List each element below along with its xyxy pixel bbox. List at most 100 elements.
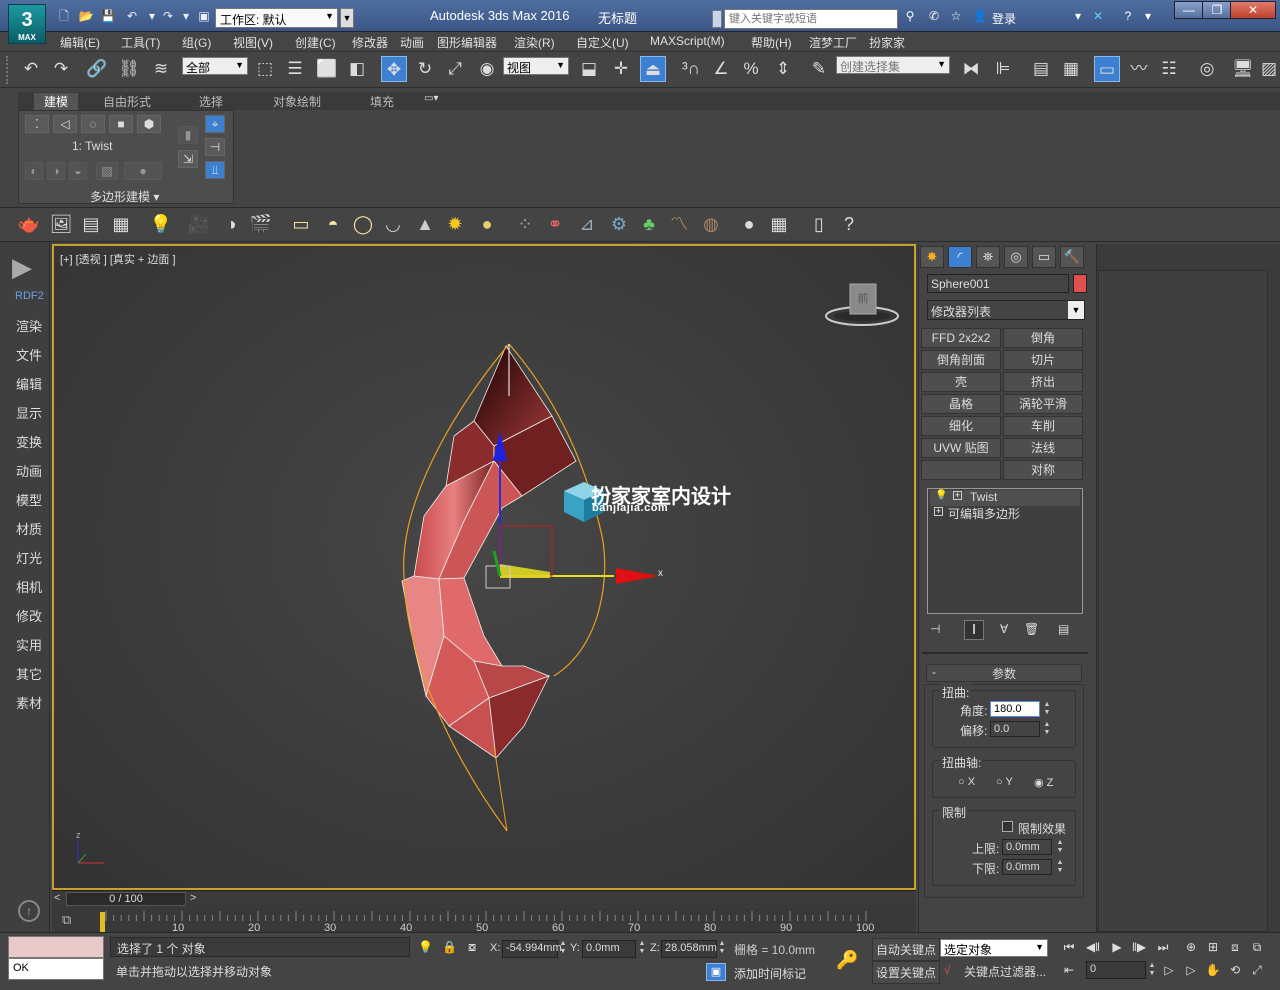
compass-icon[interactable]: ⊿ bbox=[574, 211, 600, 237]
modifier-button-empty[interactable] bbox=[921, 460, 1001, 480]
bias-spinner-arrows[interactable]: ▲ ▼ bbox=[1042, 721, 1052, 737]
mini-curve-editor-icon[interactable]: ⧉ bbox=[62, 912, 71, 928]
element-mode-icon[interactable]: ⬢ bbox=[137, 115, 161, 133]
menu-graph-editors[interactable]: 图形编辑器 bbox=[437, 34, 497, 51]
upper-limit-spinner-input[interactable]: 0.0mm bbox=[1002, 839, 1052, 855]
angle-spinner-arrows[interactable]: ▲ ▼ bbox=[1042, 701, 1052, 717]
particle-icon[interactable]: ⁘ bbox=[512, 211, 538, 237]
modifier-button-chamfer[interactable]: 倒角 bbox=[1003, 328, 1083, 348]
pin-stack-icon[interactable]: ⊣ bbox=[930, 622, 940, 636]
modifier-button-bevel-profile[interactable]: 倒角剖面 bbox=[921, 350, 1001, 370]
current-frame-input[interactable]: 0 bbox=[1086, 961, 1146, 979]
modify-tab-icon[interactable]: ◜ bbox=[948, 246, 972, 268]
app-logo-button[interactable]: 3 MAX bbox=[8, 4, 46, 44]
sidebar-item-display[interactable]: 显示 bbox=[16, 403, 42, 422]
parameters-rollout-header[interactable]: - 参数 bbox=[926, 664, 1082, 682]
new-file-icon[interactable]: 🗋 bbox=[56, 9, 72, 23]
time-next-arrow[interactable]: > bbox=[190, 892, 196, 904]
z-coordinate-input[interactable]: 28.058mm bbox=[661, 940, 717, 958]
set-key-icon[interactable]: 🔑 bbox=[836, 950, 858, 971]
create-tab-icon[interactable]: ✸ bbox=[920, 246, 944, 268]
menu-maxscript[interactable]: MAXScript(M) bbox=[650, 34, 725, 48]
hair-fur-icon[interactable]: 〽 bbox=[666, 211, 692, 237]
object-color-swatch[interactable] bbox=[1073, 274, 1087, 293]
minimize-button[interactable]: — bbox=[1174, 1, 1204, 19]
zoom-icon[interactable]: ⊕ bbox=[1182, 938, 1200, 956]
sidebar-item-lights[interactable]: 灯光 bbox=[16, 548, 42, 567]
tab-modeling[interactable]: 建模 bbox=[34, 93, 79, 110]
sphere-icon[interactable]: ◯ bbox=[350, 211, 376, 237]
menu-edit[interactable]: 编辑(E) bbox=[60, 34, 100, 51]
project-folder-icon[interactable]: ▣ bbox=[196, 9, 212, 23]
window-crossing-icon[interactable]: ◧ bbox=[344, 56, 370, 82]
material-library-icon[interactable]: ▦ bbox=[766, 211, 792, 237]
help-dropdown-icon[interactable]: ▾ bbox=[1140, 9, 1156, 23]
key-mode-toggle-icon[interactable]: ⇤ bbox=[1060, 961, 1078, 979]
bias-spinner-input[interactable]: 0.0 bbox=[990, 721, 1040, 737]
menu-xuanmeng[interactable]: 渲梦工厂 bbox=[809, 34, 857, 51]
render-list-icon[interactable]: ▤ bbox=[78, 211, 104, 237]
ribbon-options-icon[interactable]: ▭▾ bbox=[424, 93, 438, 104]
select-object-icon[interactable]: ⬚ bbox=[252, 56, 278, 82]
lock-selection-icon[interactable]: 🔒 bbox=[442, 940, 457, 954]
menu-help[interactable]: 帮助(H) bbox=[751, 34, 792, 51]
time-configuration-icon[interactable]: ▷ bbox=[1160, 961, 1178, 979]
align-icon[interactable]: ⊫ bbox=[990, 56, 1016, 82]
selection-filter-dropdown[interactable]: 全部 ▼ bbox=[182, 57, 248, 75]
open-folder-icon[interactable]: 📂 bbox=[78, 9, 94, 23]
sidebar-item-other[interactable]: 其它 bbox=[16, 664, 42, 683]
undo-icon[interactable]: ↶ bbox=[18, 56, 44, 82]
login-link[interactable]: 登录 bbox=[992, 10, 1016, 27]
axis-y-radio[interactable]: ○ Y bbox=[996, 776, 1013, 788]
gizmo-x-arrow[interactable] bbox=[616, 568, 659, 584]
spinner-snap-icon[interactable]: ⇕ bbox=[770, 56, 796, 82]
asset-tracking-icon[interactable]: ▯ bbox=[806, 211, 832, 237]
molecule-icon[interactable]: ⚭ bbox=[542, 211, 568, 237]
object-name-field[interactable]: Sphere001 bbox=[927, 274, 1069, 293]
pin-stack-icon[interactable]: ⇲ bbox=[178, 150, 198, 168]
field-of-view-icon[interactable]: ▷ bbox=[1182, 961, 1200, 979]
show-end-result-icon[interactable]: Ⅰ bbox=[964, 620, 984, 640]
axis-x-radio[interactable]: ○ X bbox=[958, 776, 975, 788]
reference-coordinate-dropdown[interactable]: 视图 ▼ bbox=[503, 57, 569, 75]
pan-hand-icon[interactable]: ✋ bbox=[1204, 961, 1222, 979]
motion-tab-icon[interactable]: ◎ bbox=[1004, 246, 1028, 268]
time-prev-arrow[interactable]: < bbox=[54, 892, 60, 904]
play-icon[interactable]: ▶ bbox=[1108, 938, 1126, 956]
percent-snap-icon[interactable]: % bbox=[738, 56, 764, 82]
select-and-move-icon[interactable]: ✥ bbox=[381, 56, 407, 82]
border-mode-icon[interactable]: ◌ bbox=[81, 115, 105, 133]
make-unique-icon[interactable]: ∀ bbox=[1000, 622, 1008, 636]
modifier-button-lathe[interactable]: 车削 bbox=[1003, 416, 1083, 436]
preview-icon[interactable]: ▮ bbox=[178, 126, 198, 144]
modifier-button-uvw-map[interactable]: UVW 贴图 bbox=[921, 438, 1001, 458]
expand-plus-icon[interactable]: + bbox=[934, 507, 943, 516]
lightbulb-icon[interactable]: 💡 bbox=[935, 490, 947, 501]
go-to-end-icon[interactable]: ⏭ bbox=[1154, 938, 1172, 956]
show-in-stack-icon[interactable]: ⫫ bbox=[205, 161, 225, 179]
grass-icon[interactable]: ♣ bbox=[636, 211, 662, 237]
modifier-button-ffd[interactable]: FFD 2x2x2 bbox=[921, 328, 1001, 348]
material-editor-icon[interactable]: ◎ bbox=[1194, 56, 1220, 82]
select-manipulate-icon[interactable]: ✛ bbox=[608, 56, 634, 82]
sidebar-item-material[interactable]: 材质 bbox=[16, 519, 42, 538]
layer-manager-icon[interactable]: ▤ bbox=[1028, 56, 1054, 82]
z-spinner-arrows[interactable]: ▲ ▼ bbox=[717, 940, 727, 956]
vertex-mode-icon[interactable]: ⁚ bbox=[25, 115, 49, 133]
menu-modifiers[interactable]: 修改器 bbox=[352, 34, 388, 51]
zoom-extents-icon[interactable]: ⧈ bbox=[1226, 938, 1244, 956]
key-filters-button[interactable]: 关键点过滤器... bbox=[964, 963, 1046, 980]
modifier-button-symmetry[interactable]: 对称 bbox=[1003, 460, 1083, 480]
tab-populate[interactable]: 填充 bbox=[360, 93, 404, 110]
modifier-button-slice[interactable]: 切片 bbox=[1003, 350, 1083, 370]
menu-create[interactable]: 创建(C) bbox=[295, 34, 336, 51]
plane-icon[interactable]: ▭ bbox=[288, 211, 314, 237]
lower-limit-spinner-arrows[interactable]: ▲ ▼ bbox=[1055, 859, 1065, 875]
maximize-button[interactable]: ❐ bbox=[1202, 1, 1232, 19]
orbit-icon[interactable]: ⟲ bbox=[1226, 961, 1244, 979]
login-dropdown-icon[interactable]: ▾ bbox=[1070, 9, 1086, 23]
exchange-apps-icon[interactable]: ✕ bbox=[1090, 9, 1106, 23]
wood-texture-icon[interactable]: ◍ bbox=[698, 211, 724, 237]
make-unique-icon[interactable]: ◒ bbox=[69, 162, 87, 180]
named-selection-dropdown[interactable]: 创建选择集 ▼ bbox=[836, 56, 950, 74]
